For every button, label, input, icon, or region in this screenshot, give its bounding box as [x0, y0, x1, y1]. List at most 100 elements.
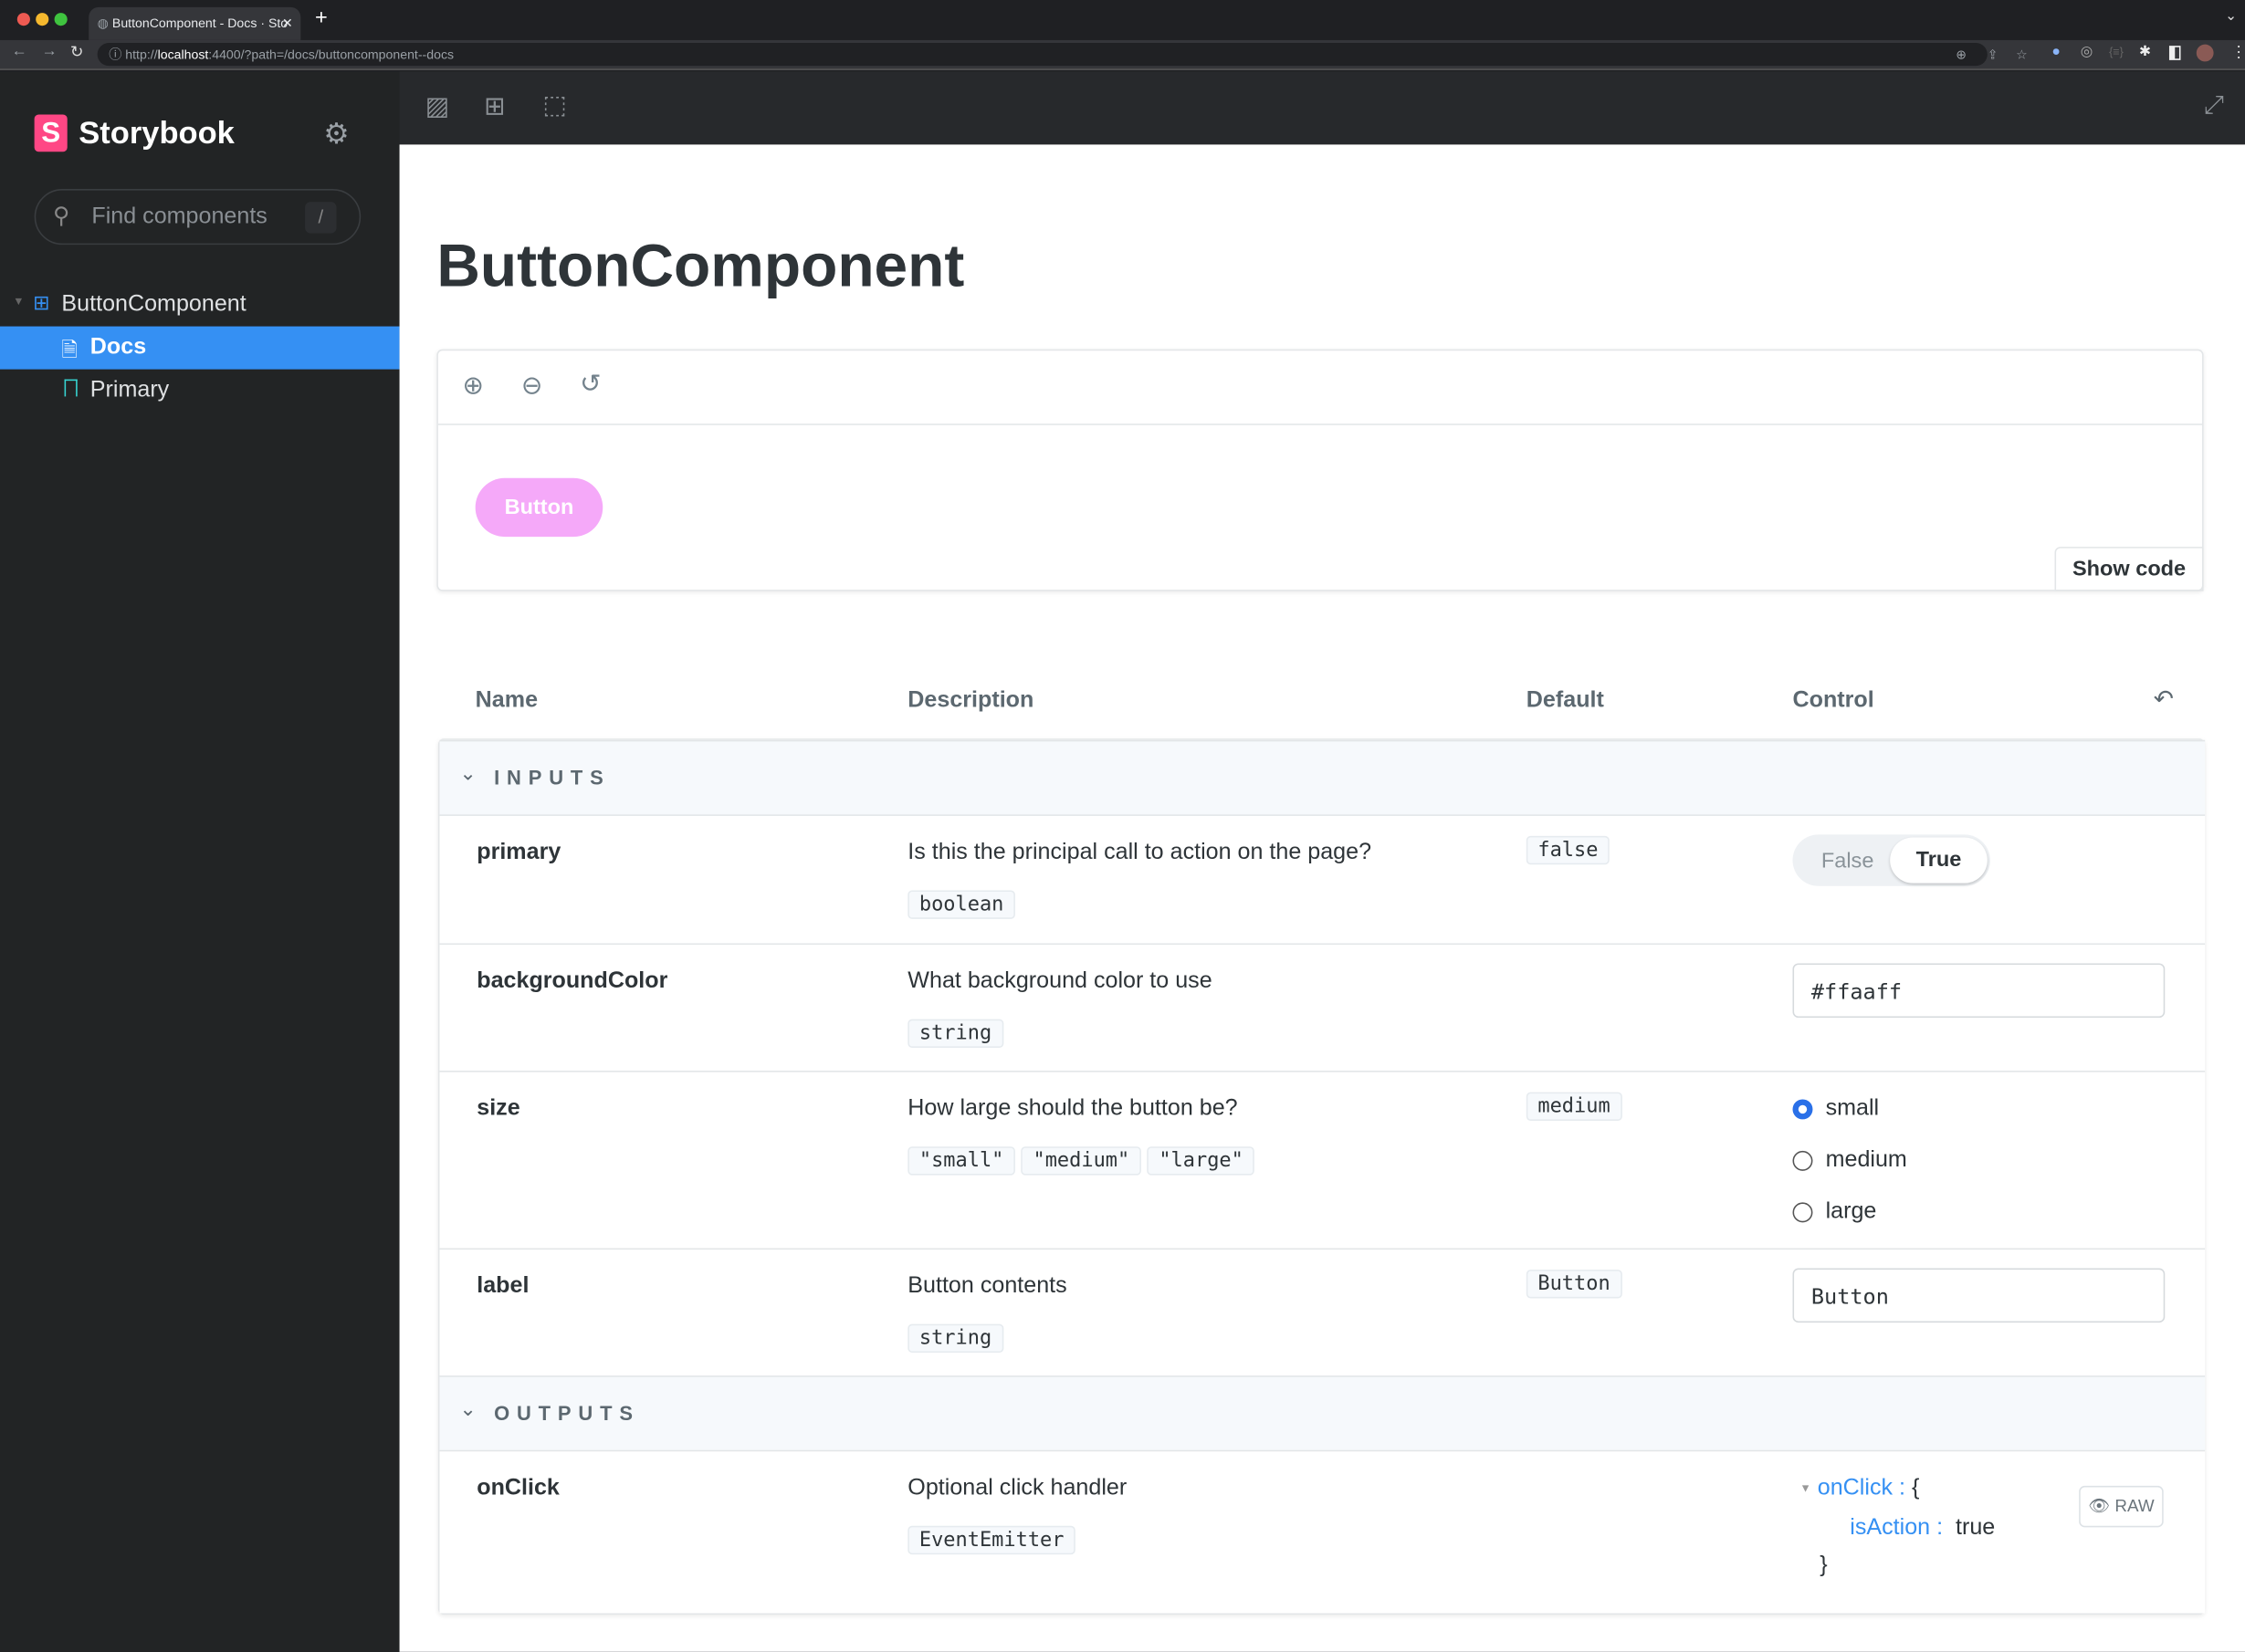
- table-row: size How large should the button be? "sm…: [439, 1071, 2206, 1250]
- chevron-down-icon[interactable]: ⌄: [459, 1397, 476, 1422]
- table-row: backgroundColor What background color to…: [439, 943, 2206, 1072]
- share-icon[interactable]: ⇪: [1988, 43, 1998, 66]
- toggle-option-true[interactable]: True: [1890, 837, 1988, 884]
- object-child-key: isAction: [1850, 1515, 1931, 1541]
- arg-type: boolean: [907, 890, 1015, 919]
- settings-gear-icon[interactable]: ⚙: [323, 116, 349, 152]
- radio-checked-icon[interactable]: [1792, 1099, 1813, 1120]
- table-row: primary Is this the principal call to ac…: [439, 814, 2206, 946]
- storybook-logo-icon: S: [34, 114, 68, 152]
- section-title: INPUTS: [494, 766, 611, 789]
- column-header-control: Control: [1792, 688, 1874, 714]
- preview-toolbar: ⊕ ⊖ ↺: [437, 350, 2203, 425]
- browser-tab-bar: ◍ ButtonComponent - Docs · Sto ✕ + ⌄: [0, 0, 2245, 40]
- column-header-name: Name: [475, 688, 539, 714]
- eye-icon: 👁: [2088, 1495, 2111, 1516]
- object-close-brace: }: [1820, 1553, 1828, 1578]
- radio-small[interactable]: small: [1792, 1083, 1907, 1134]
- fullscreen-icon[interactable]: ⤢: [2204, 90, 2225, 120]
- radio-unchecked-icon[interactable]: [1792, 1202, 1813, 1223]
- radio-large[interactable]: large: [1792, 1187, 1907, 1238]
- profile-avatar[interactable]: [2196, 44, 2214, 62]
- preview-button[interactable]: Button: [475, 477, 603, 538]
- tree-item-buttoncomponent[interactable]: ▼ ⊞ ButtonComponent: [0, 287, 400, 324]
- canvas-toolbar: ▨ ⊞ ⬚ ⤢: [399, 71, 2245, 146]
- background-color-input[interactable]: #ffaaff: [1792, 963, 2166, 1019]
- arg-type-option: "small": [907, 1146, 1015, 1176]
- zoom-out-icon[interactable]: ⊖: [521, 371, 543, 401]
- show-code-button[interactable]: Show code: [2054, 547, 2204, 591]
- radio-medium[interactable]: medium: [1792, 1135, 1907, 1187]
- section-inputs[interactable]: ⌄ INPUTS: [439, 739, 2206, 816]
- radio-label: small: [1825, 1096, 1880, 1121]
- new-tab-button[interactable]: +: [315, 5, 328, 30]
- back-button[interactable]: ←: [12, 43, 27, 60]
- label-input[interactable]: Button: [1792, 1268, 2166, 1323]
- search-icon: ⚲: [53, 204, 70, 229]
- extension-icon[interactable]: ●: [2051, 45, 2060, 60]
- tree-label: Primary: [89, 378, 170, 403]
- reset-controls-icon[interactable]: ↶: [2154, 685, 2174, 714]
- close-window-button[interactable]: [16, 13, 30, 26]
- section-title: OUTPUTS: [494, 1401, 640, 1425]
- search-input[interactable]: ⚲ Find components /: [34, 189, 362, 246]
- tab-list-chevron-icon[interactable]: ⌄: [2225, 8, 2237, 24]
- url-path: :4400/?path=/docs/buttoncomponent--docs: [208, 47, 455, 62]
- browser-menu-icon[interactable]: ⋮: [2230, 43, 2245, 62]
- url-host: localhost: [157, 47, 209, 62]
- address-bar-row: ← → ↻ ⓘ http://localhost:4400/?path=/doc…: [0, 39, 2245, 70]
- raw-toggle-button[interactable]: 👁 RAW: [2079, 1485, 2164, 1528]
- extension-target-icon[interactable]: ◎: [2081, 45, 2093, 60]
- size-radio-group: small medium large: [1792, 1083, 1907, 1238]
- forward-button[interactable]: →: [41, 43, 57, 60]
- search-placeholder: Find components: [91, 204, 268, 229]
- table-row: onClick Optional click handler EventEmit…: [439, 1449, 2206, 1614]
- background-image-icon[interactable]: ▨: [425, 91, 450, 121]
- arg-default: medium: [1526, 1092, 1622, 1121]
- close-tab-icon[interactable]: ✕: [282, 7, 293, 39]
- arg-description: How large should the button be?: [907, 1096, 1238, 1121]
- tree-label: ButtonComponent: [61, 291, 247, 317]
- reset-zoom-icon[interactable]: ↺: [580, 370, 602, 400]
- url-bar[interactable]: ⓘ http://localhost:4400/?path=/docs/butt…: [97, 43, 2028, 67]
- bookmark-star-icon[interactable]: ☆: [2016, 43, 2028, 66]
- sidebar: S Storybook ⚙ ⚲ Find components / ▼ ⊞ Bu…: [0, 71, 400, 1652]
- reload-button[interactable]: ↻: [70, 43, 83, 62]
- raw-label: RAW: [2114, 1495, 2155, 1516]
- radio-unchecked-icon[interactable]: [1792, 1150, 1813, 1171]
- tree-item-docs[interactable]: 🗎 Docs: [0, 326, 400, 370]
- brand-name: Storybook: [79, 114, 235, 151]
- zoom-in-icon[interactable]: ⊕: [463, 371, 485, 401]
- minimize-window-button[interactable]: [36, 13, 49, 26]
- tree-item-primary[interactable]: Primary: [0, 372, 400, 410]
- radio-label: medium: [1825, 1147, 1907, 1173]
- section-outputs[interactable]: ⌄ OUTPUTS: [439, 1375, 2206, 1452]
- boolean-toggle[interactable]: False True: [1792, 834, 1990, 886]
- object-open-brace: {: [1911, 1475, 1920, 1500]
- object-control: ▼ onClick : { isAction : true }: [1799, 1475, 1996, 1578]
- arg-name: backgroundColor: [477, 968, 668, 994]
- toggle-option-false[interactable]: False: [1821, 849, 1874, 873]
- outline-icon[interactable]: ⬚: [542, 90, 567, 120]
- globe-icon: ◍: [97, 16, 109, 30]
- arg-type: string: [907, 1019, 1003, 1048]
- side-panel-icon[interactable]: [2168, 46, 2181, 60]
- radio-label: large: [1825, 1199, 1877, 1224]
- extension-json-icon[interactable]: {≡}: [2109, 46, 2124, 58]
- chevron-down-icon[interactable]: ⌄: [459, 761, 476, 786]
- tab-title: ButtonComponent - Docs · Sto: [111, 16, 288, 30]
- object-child-value[interactable]: true: [1956, 1516, 1995, 1541]
- caret-down-icon[interactable]: ▼: [13, 295, 24, 308]
- caret-down-icon[interactable]: ▼: [1799, 1482, 1810, 1495]
- arg-description: Optional click handler: [907, 1475, 1128, 1500]
- browser-tab[interactable]: ◍ ButtonComponent - Docs · Sto ✕: [89, 6, 301, 40]
- zoom-icon[interactable]: ⊕: [1956, 43, 1967, 66]
- tree-label: Docs: [89, 334, 147, 360]
- extensions-puzzle-icon[interactable]: ✱: [2139, 45, 2151, 60]
- arg-type: EventEmitter: [907, 1525, 1076, 1555]
- maximize-window-button[interactable]: [54, 13, 68, 26]
- info-icon: ⓘ: [109, 47, 122, 62]
- grid-icon[interactable]: ⊞: [484, 91, 506, 121]
- arg-description: Button contents: [907, 1273, 1067, 1299]
- object-key[interactable]: onClick: [1818, 1476, 1893, 1500]
